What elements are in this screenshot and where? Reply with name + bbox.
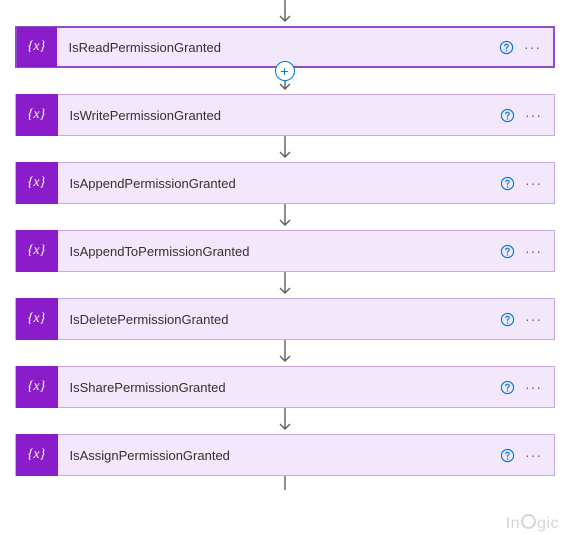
watermark-o-icon bbox=[521, 514, 536, 529]
variable-icon: {x} bbox=[16, 94, 58, 136]
step-label: IsAppendToPermissionGranted bbox=[58, 244, 500, 259]
more-icon[interactable]: ··· bbox=[522, 107, 546, 123]
step-label: IsDeletePermissionGranted bbox=[58, 312, 500, 327]
variable-glyph: {x} bbox=[28, 39, 45, 55]
variable-glyph: {x} bbox=[28, 447, 45, 463]
variable-icon: {x} bbox=[16, 162, 58, 204]
help-icon[interactable] bbox=[499, 39, 515, 55]
step-label: IsReadPermissionGranted bbox=[57, 40, 499, 55]
variable-glyph: {x} bbox=[28, 175, 45, 191]
more-icon[interactable]: ··· bbox=[522, 243, 546, 259]
more-icon[interactable]: ··· bbox=[522, 175, 546, 191]
help-icon[interactable] bbox=[500, 447, 516, 463]
step-label: IsWritePermissionGranted bbox=[58, 108, 500, 123]
flow-arrow-icon bbox=[278, 408, 292, 434]
step-label: IsSharePermissionGranted bbox=[58, 380, 500, 395]
flow-step[interactable]: {x} IsWritePermissionGranted ··· bbox=[15, 94, 555, 136]
flow-step[interactable]: {x} IsAssignPermissionGranted ··· bbox=[15, 434, 555, 476]
variable-icon: {x} bbox=[16, 434, 58, 476]
watermark-prefix: In bbox=[506, 515, 520, 532]
flow-step[interactable]: {x} IsAppendToPermissionGranted ··· bbox=[15, 230, 555, 272]
flow-step[interactable]: {x} IsSharePermissionGranted ··· bbox=[15, 366, 555, 408]
watermark: Ingic bbox=[506, 514, 559, 533]
watermark-suffix: gic bbox=[537, 515, 559, 532]
variable-glyph: {x} bbox=[28, 379, 45, 395]
variable-icon: {x} bbox=[16, 230, 58, 272]
more-icon[interactable]: ··· bbox=[522, 379, 546, 395]
flow-arrow-icon bbox=[278, 340, 292, 366]
more-icon[interactable]: ··· bbox=[522, 311, 546, 327]
flow-arrow-icon bbox=[278, 0, 292, 26]
variable-icon: {x} bbox=[16, 366, 58, 408]
help-icon[interactable] bbox=[500, 107, 516, 123]
add-step-button[interactable]: + bbox=[275, 61, 295, 81]
variable-glyph: {x} bbox=[28, 243, 45, 259]
flow-arrow-icon bbox=[278, 204, 292, 230]
step-label: IsAppendPermissionGranted bbox=[58, 176, 500, 191]
variable-icon: {x} bbox=[17, 27, 57, 67]
step-label: IsAssignPermissionGranted bbox=[58, 448, 500, 463]
help-icon[interactable] bbox=[500, 379, 516, 395]
more-icon[interactable]: ··· bbox=[521, 39, 545, 55]
variable-icon: {x} bbox=[16, 298, 58, 340]
help-icon[interactable] bbox=[500, 311, 516, 327]
help-icon[interactable] bbox=[500, 243, 516, 259]
variable-glyph: {x} bbox=[28, 311, 45, 327]
variable-glyph: {x} bbox=[28, 107, 45, 123]
flow-arrow-icon bbox=[278, 136, 292, 162]
more-icon[interactable]: ··· bbox=[522, 447, 546, 463]
flow-step[interactable]: {x} IsAppendPermissionGranted ··· bbox=[15, 162, 555, 204]
flow-step[interactable]: {x} IsDeletePermissionGranted ··· bbox=[15, 298, 555, 340]
flow-arrow-icon bbox=[278, 272, 292, 298]
help-icon[interactable] bbox=[500, 175, 516, 191]
flow-arrow-icon bbox=[278, 476, 292, 490]
